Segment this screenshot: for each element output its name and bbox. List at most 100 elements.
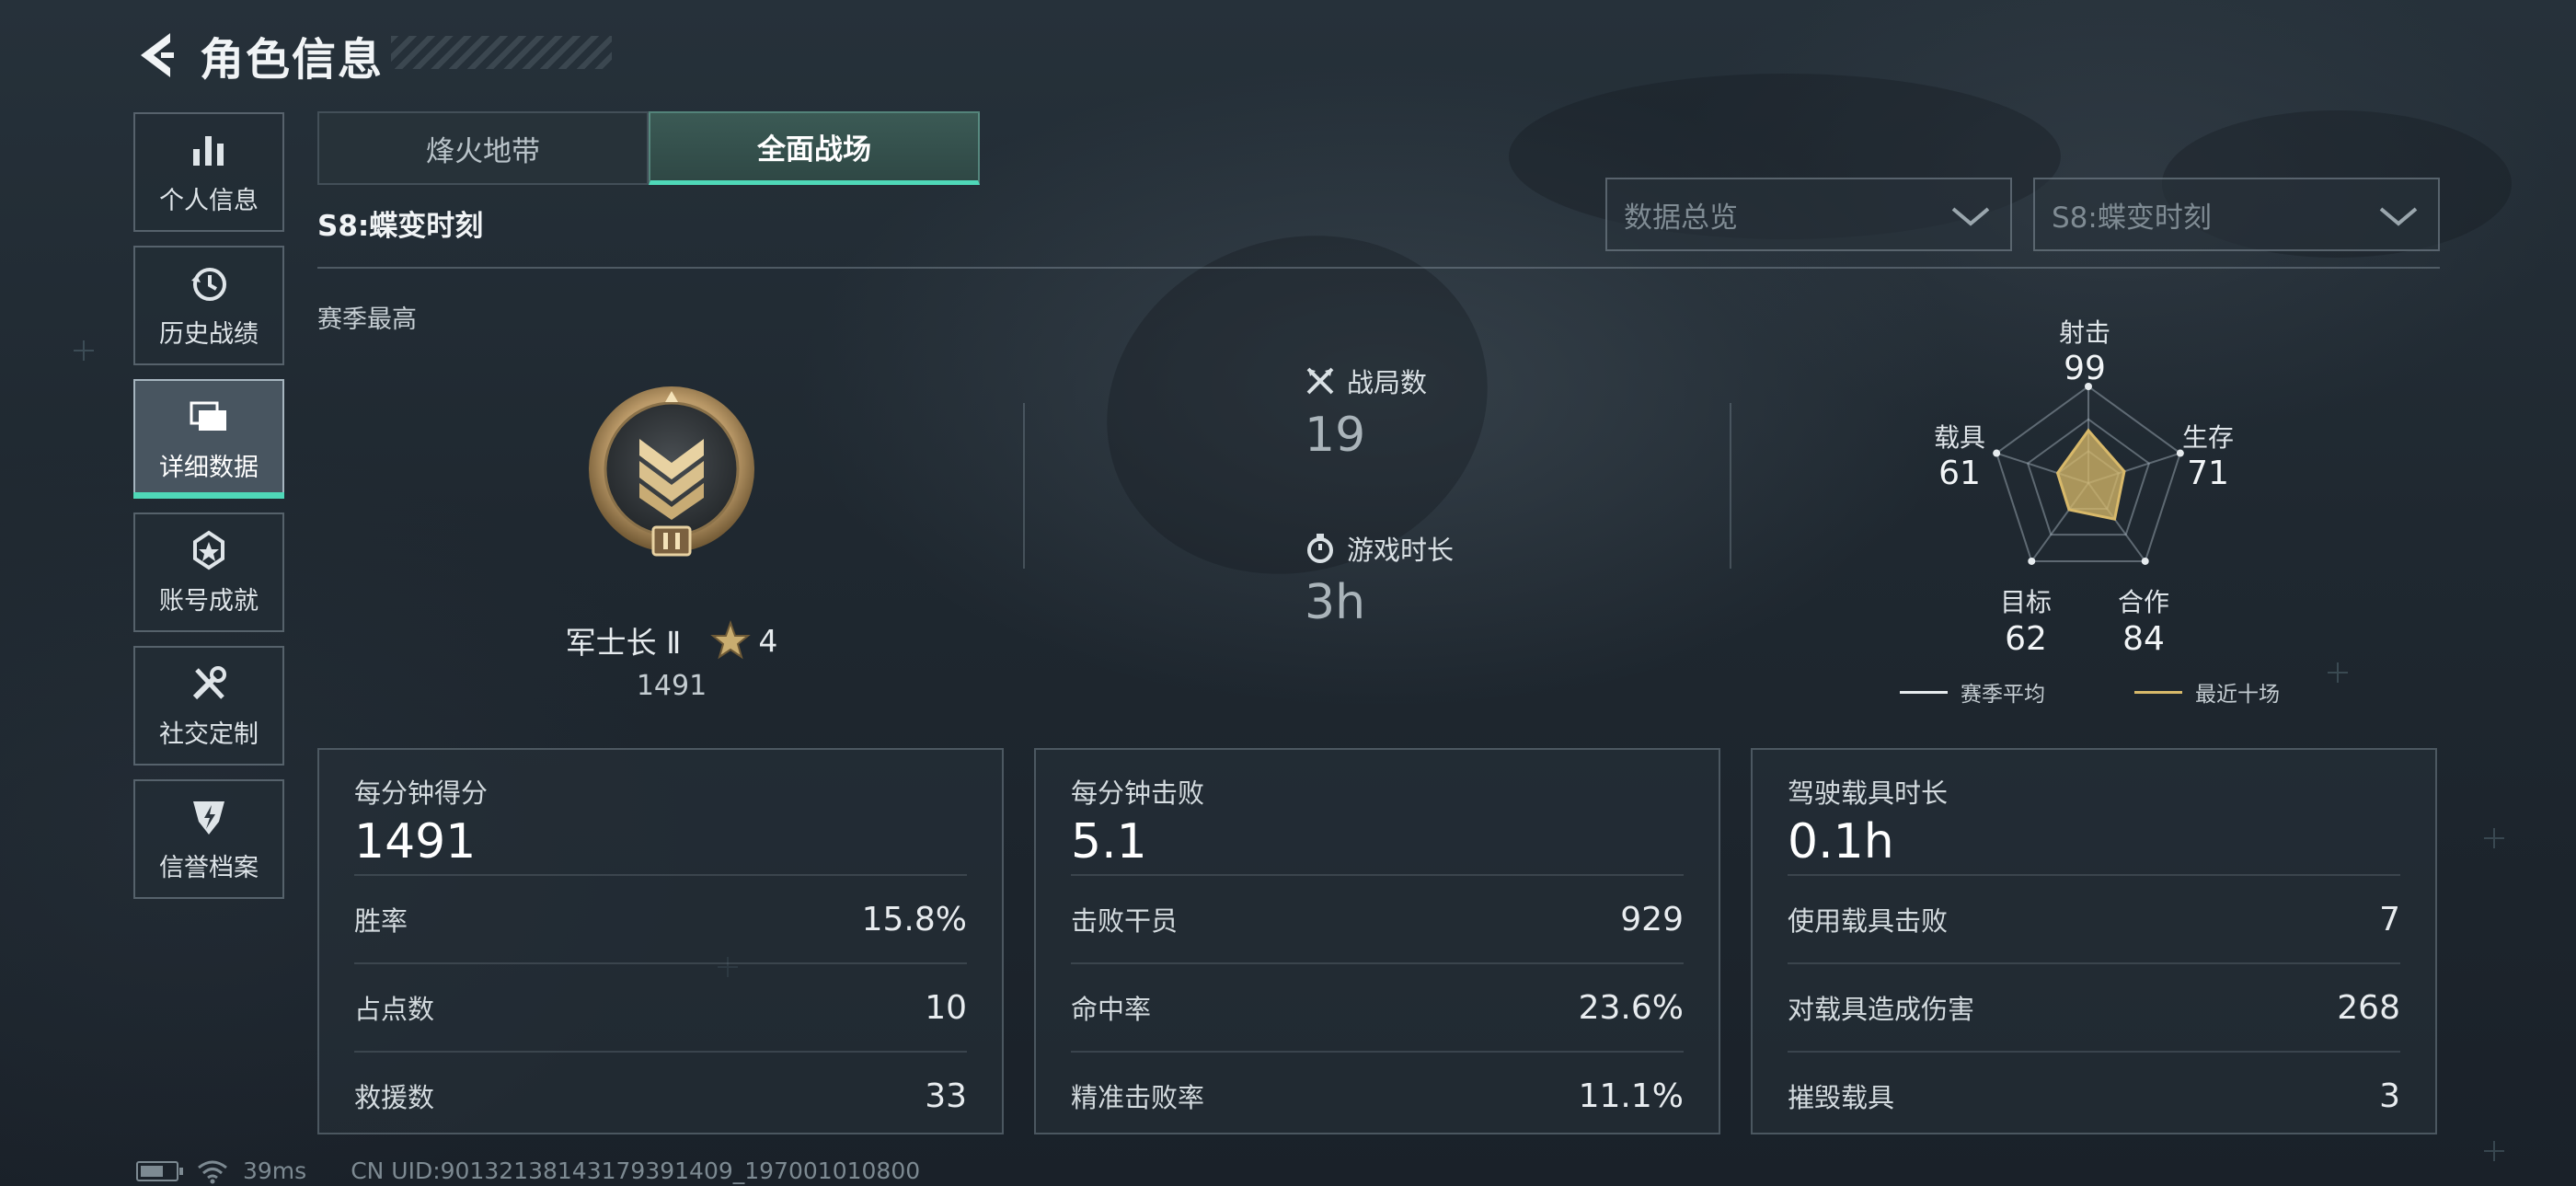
status-footer: 39ms CN UID:90132138143179391409_1970010…: [136, 1157, 920, 1184]
row-value: 929: [1620, 900, 1684, 938]
mode-tabs: 烽火地带 全面战场: [317, 111, 980, 185]
row-label: 占点数: [354, 994, 435, 1025]
legend-swatch: [1900, 690, 1948, 694]
card-head-label: 驾驶载具时长: [1788, 777, 1949, 809]
tab-hazard-zone[interactable]: 烽火地带: [317, 111, 649, 185]
rank-badge-icon: [589, 386, 754, 557]
playtime-stat: 游戏时长 3h: [1305, 529, 1454, 630]
title-decoration: [391, 36, 612, 69]
sidebar-item-label: 个人信息: [159, 186, 259, 215]
radar-label-objective: 目标: [1999, 587, 2052, 617]
sidebar-item-personal-info[interactable]: 个人信息: [133, 112, 284, 232]
radar-value-vehicle: 61: [1938, 455, 1981, 492]
sidebar-item-history[interactable]: 历史战绩: [133, 246, 284, 365]
row-label: 命中率: [1071, 994, 1152, 1025]
row-value: 3: [2379, 1077, 2400, 1115]
radar-axis-dot: [2028, 557, 2036, 565]
row-label: 对载具造成伤害: [1788, 994, 1975, 1025]
radar-label-vehicle: 载具: [1933, 422, 1985, 453]
card-head-value: 1491: [354, 814, 477, 869]
row-value: 10: [925, 988, 967, 1027]
background-crosshair: [2328, 662, 2348, 683]
playtime-label: 游戏时长: [1347, 535, 1455, 566]
sidebar-item-label: 详细数据: [159, 453, 259, 482]
row-label: 击败干员: [1071, 905, 1179, 937]
star-icon: [710, 620, 752, 660]
matches-stat: 战局数 19: [1305, 362, 1427, 463]
sidebar: 个人信息 历史战绩 详细数据 账号成就 社交定制 信誉档案: [133, 112, 284, 913]
card-row: 击败干员 929: [1071, 874, 1684, 962]
row-value: 7: [2379, 900, 2400, 938]
playtime-value: 3h: [1305, 575, 1366, 630]
radar-axis-dot: [2141, 557, 2149, 565]
radar-value-objective: 62: [2005, 620, 2047, 658]
sidebar-item-label: 信誉档案: [159, 853, 259, 882]
legend-swatch: [2134, 690, 2182, 694]
legend-season-average: 赛季平均: [1900, 676, 2045, 708]
card-head-label: 每分钟击败: [1071, 777, 1205, 809]
card-head-value: 0.1h: [1788, 814, 1894, 869]
card-row: 救援数 33: [354, 1051, 967, 1139]
sidebar-item-label: 账号成就: [159, 586, 259, 616]
tab-all-out-warfare[interactable]: 全面战场: [649, 111, 980, 185]
matches-value: 19: [1305, 408, 1366, 463]
tools-icon: [192, 665, 226, 699]
back-arrow-icon[interactable]: [133, 28, 179, 83]
score-stats-card: 每分钟得分 1491 胜率 15.8% 占点数 10 救援数 33: [317, 748, 1004, 1134]
sidebar-item-social-custom[interactable]: 社交定制: [133, 646, 284, 766]
battery-icon: [136, 1160, 183, 1181]
season-best-label: 赛季最高: [317, 305, 417, 334]
card-row: 对载具造成伤害 268: [1788, 962, 2400, 1051]
kill-stats-card: 每分钟击败 5.1 击败干员 929 命中率 23.6% 精准击败率 11.1%: [1034, 748, 1720, 1134]
card-row: 胜率 15.8%: [354, 874, 967, 962]
chevron-down-icon: [1951, 207, 1990, 226]
sidebar-item-achievements[interactable]: 账号成就: [133, 512, 284, 632]
chevron-down-icon: [2379, 207, 2418, 226]
background-crosshair: [2484, 828, 2504, 848]
section-divider: [317, 267, 2440, 269]
card-head-value: 5.1: [1071, 814, 1147, 869]
row-value: 23.6%: [1578, 988, 1684, 1027]
vertical-divider: [1730, 403, 1731, 569]
shield-badge-icon: [193, 800, 224, 835]
dropdown-value: S8:蝶变时刻: [2052, 201, 2212, 235]
folders-icon: [190, 401, 226, 431]
card-head-label: 每分钟得分: [354, 777, 489, 809]
bar-chart-icon: [193, 135, 224, 166]
sidebar-item-detailed-data[interactable]: 详细数据: [133, 379, 284, 499]
legend-last-ten: 最近十场: [2134, 676, 2280, 708]
card-row: 摧毁载具 3: [1788, 1051, 2400, 1139]
background-crosshair: [74, 340, 94, 361]
sidebar-item-reputation[interactable]: 信誉档案: [133, 779, 284, 899]
row-label: 胜率: [354, 905, 408, 937]
rank-name-row: 军士长 Ⅱ 4: [515, 618, 828, 662]
season-dropdown[interactable]: S8:蝶变时刻: [2033, 178, 2440, 251]
radar-label-teamwork: 合作: [2117, 587, 2169, 617]
row-label: 精准击败率: [1071, 1082, 1205, 1113]
medal-icon: [193, 530, 224, 570]
row-label: 救援数: [354, 1082, 435, 1113]
radar-label-shooting: 射击: [2058, 317, 2110, 348]
rank-name: 军士长 Ⅱ: [565, 625, 682, 661]
sidebar-item-label: 社交定制: [159, 720, 259, 749]
radar-value-survival: 71: [2187, 455, 2229, 492]
page-header: 角色信息: [133, 23, 612, 87]
row-value: 15.8%: [861, 900, 967, 938]
rank-star-count: 4: [758, 622, 778, 659]
data-type-dropdown[interactable]: 数据总览: [1605, 178, 2012, 251]
radar-label-survival: 生存: [2181, 422, 2234, 453]
radar-value-shooting: 99: [2064, 350, 2106, 387]
row-value: 11.1%: [1578, 1077, 1684, 1115]
card-row: 占点数 10: [354, 962, 967, 1051]
legend-label: 赛季平均: [1961, 683, 2045, 707]
card-row: 使用载具击败 7: [1788, 874, 2400, 962]
rank-score: 1491: [636, 670, 707, 702]
screen-root: { "header": { "title": "角色信息" }, "sideba…: [0, 0, 2576, 1186]
season-title: S8:蝶变时刻: [317, 210, 484, 243]
ping-value: 39ms: [243, 1157, 307, 1184]
dropdown-value: 数据总览: [1624, 201, 1738, 235]
vertical-divider: [1023, 403, 1025, 569]
page-title: 角色信息: [200, 34, 385, 86]
ability-radar-chart: 射击 99 生存 71 合作 84 目标 62 载具 61: [1914, 304, 2263, 672]
background-dish-silhouette: [1059, 183, 1535, 627]
